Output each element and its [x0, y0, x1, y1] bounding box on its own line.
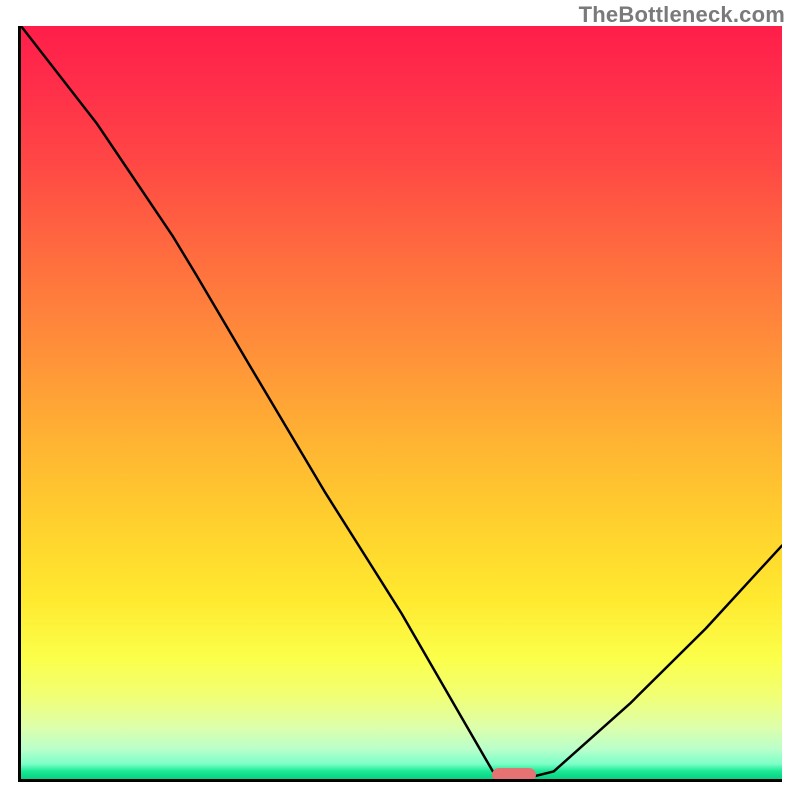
optimum-marker	[492, 768, 536, 782]
watermark-text: TheBottleneck.com	[579, 2, 785, 28]
chart-container: TheBottleneck.com	[0, 0, 800, 800]
plot-area	[18, 26, 782, 782]
background-gradient	[21, 26, 782, 779]
